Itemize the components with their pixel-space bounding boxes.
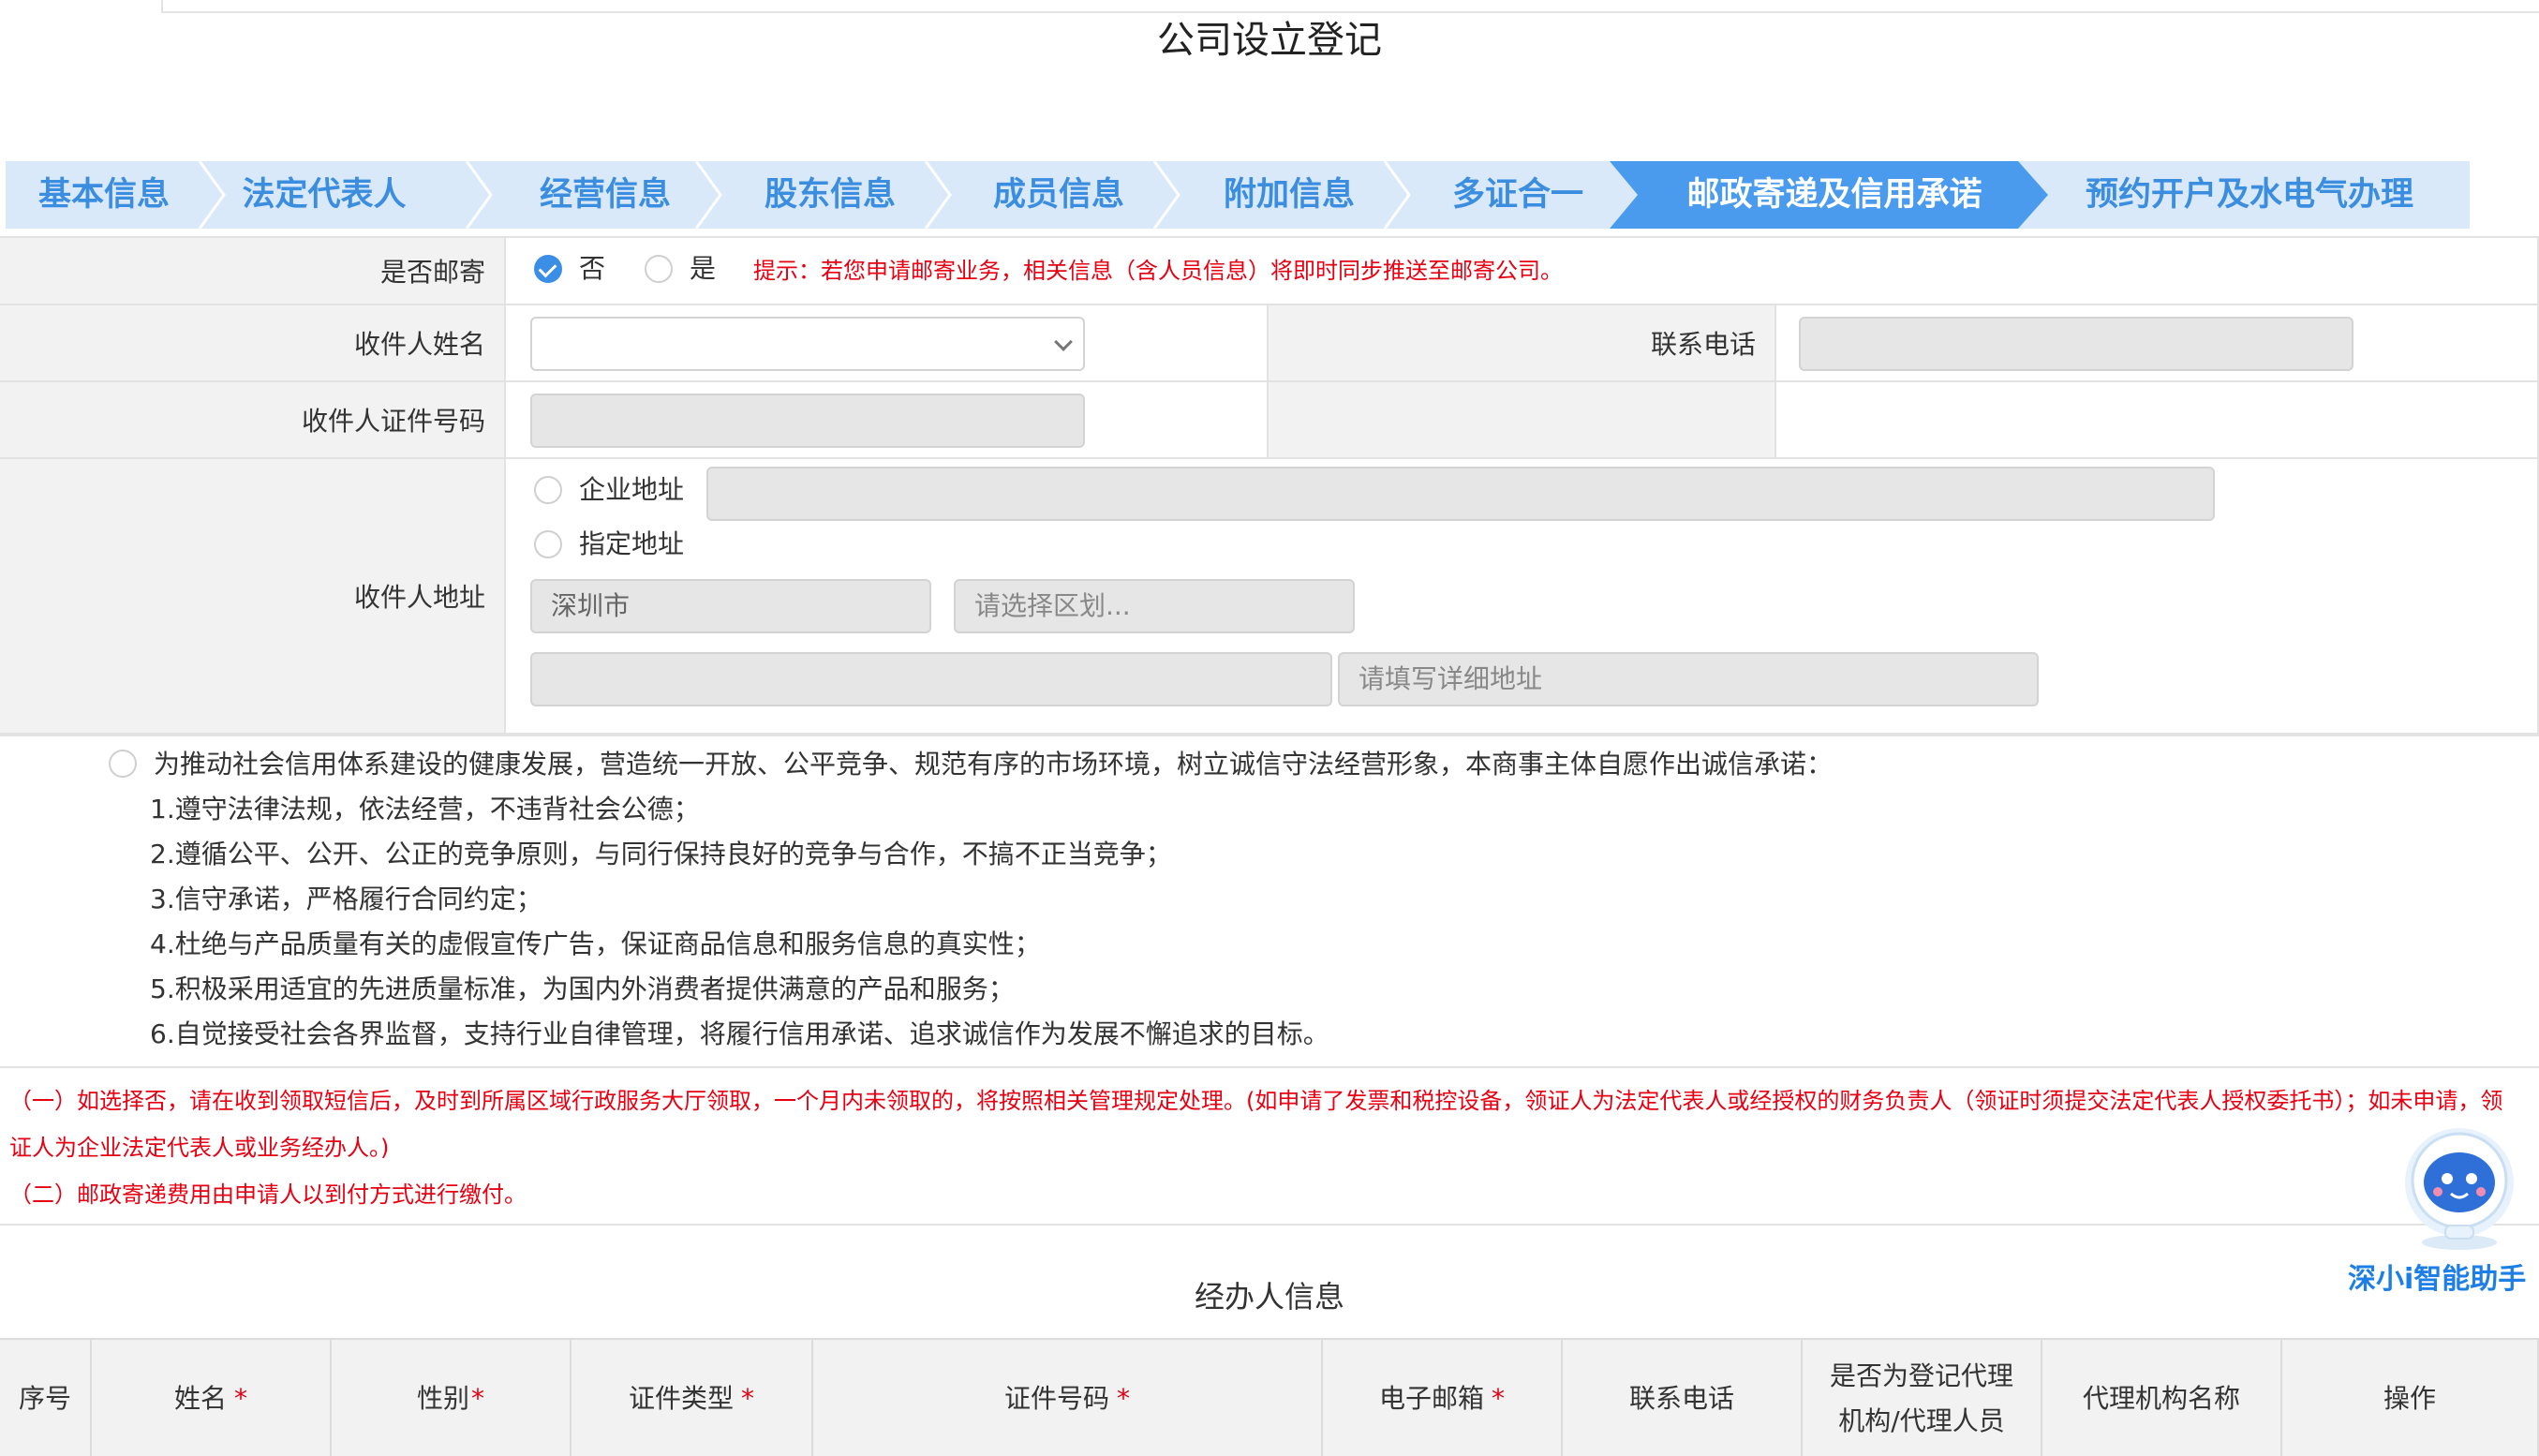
- promise-intro: 为推动社会信用体系建设的健康发展，营造统一开放、公平竞争、规范有序的市场环境，树…: [154, 749, 1834, 780]
- step-navigation: 基本信息 法定代表人 经营信息 股东信息 成员信息 附加信息 多证合一 邮政寄递…: [6, 161, 2470, 229]
- step-legal-representative[interactable]: 法定代表人: [221, 161, 427, 229]
- company-address-input[interactable]: [706, 467, 2215, 521]
- step-additional-info[interactable]: 附加信息: [1186, 161, 1392, 229]
- city-select[interactable]: 深圳市: [530, 579, 931, 633]
- note-line: （一）如选择否，请在收到领取短信后，及时到所属区域行政服务大厅领取，一个月内未领…: [9, 1088, 2503, 1114]
- mail-hint: 提示：若您申请邮寄业务，相关信息（含人员信息）将即时同步推送至邮寄公司。: [753, 258, 1563, 284]
- credit-promise-section: 为推动社会信用体系建设的健康发展，营造统一开放、公平竞争、规范有序的市场环境，树…: [0, 735, 2539, 1226]
- step-separator: [465, 161, 493, 229]
- note-line: 证人为企业法定代表人或业务经办人。): [9, 1135, 390, 1161]
- promise-item: 3.信守承诺，严格履行合同约定；: [150, 884, 542, 914]
- company-address-label: 企业地址: [579, 474, 685, 505]
- divider: [0, 1224, 2539, 1226]
- mail-label: 是否邮寄: [0, 238, 506, 304]
- column-header-is-agent: 是否为登记代理 机构/代理人员: [1803, 1340, 2042, 1456]
- step-business-info[interactable]: 经营信息: [502, 161, 708, 229]
- phone-input[interactable]: [1799, 317, 2353, 371]
- empty-label-cell: [1267, 382, 1776, 457]
- agent-table-header: 序号 姓名 * 性别 * 证件类型 * 证件号码 * 电子邮箱 * 联系电话 是否为登记代…: [0, 1338, 2539, 1456]
- step-separator: [924, 161, 952, 229]
- step-postal-and-credit[interactable]: 邮政寄递及信用承诺: [1638, 161, 2031, 229]
- promise-item: 1.遵守法律法规，依法经营，不违背社会公德；: [150, 794, 700, 825]
- recipient-name-label: 收件人姓名: [0, 305, 506, 380]
- column-header-actions: 操作: [2282, 1340, 2539, 1456]
- mail-yes-radio[interactable]: [645, 255, 673, 283]
- step-basic-info[interactable]: 基本信息: [6, 161, 202, 229]
- required-mark: *: [234, 1383, 247, 1414]
- promise-item: 2.遵循公平、公开、公正的竞争原则，与同行保持良好的竞争与合作，不搞不正当竞争；: [150, 839, 1172, 869]
- address-label: 收件人地址: [0, 459, 506, 733]
- id-number-input[interactable]: [530, 394, 1085, 448]
- step-shareholder-info[interactable]: 股东信息: [727, 161, 933, 229]
- recipient-name-select[interactable]: [530, 317, 1085, 371]
- specified-address-label: 指定地址: [579, 528, 685, 559]
- promise-item: 4.杜绝与产品质量有关的虚假宣传广告，保证商品信息和服务信息的真实性；: [150, 929, 1041, 959]
- row-id-number: 收件人证件号码: [0, 380, 2539, 457]
- agent-section-title: 经办人信息: [1194, 1279, 1344, 1315]
- step-separator: [694, 161, 722, 229]
- required-mark: *: [471, 1383, 484, 1414]
- column-header-agency-name: 代理机构名称: [2042, 1340, 2282, 1456]
- step-separator: [1383, 161, 1411, 229]
- row-recipient-name: 收件人姓名 联系电话: [0, 304, 2539, 380]
- mail-no-radio[interactable]: [534, 255, 562, 283]
- column-header-name: 姓名 *: [92, 1340, 332, 1456]
- mail-no-label: 否: [579, 253, 606, 284]
- step-member-info[interactable]: 成员信息: [956, 161, 1162, 229]
- company-address-radio[interactable]: [534, 476, 562, 504]
- phone-label: 联系电话: [1267, 305, 1776, 380]
- divider: [0, 1066, 2539, 1068]
- column-header-phone: 联系电话: [1563, 1340, 1803, 1456]
- detail-address-input[interactable]: 请填写详细地址: [1338, 652, 2039, 706]
- id-number-label: 收件人证件号码: [0, 382, 506, 457]
- required-mark: *: [741, 1383, 754, 1414]
- column-header-id-number: 证件号码 *: [813, 1340, 1323, 1456]
- mail-yes-label: 是: [690, 253, 717, 284]
- column-header-id-type: 证件类型 *: [572, 1340, 813, 1456]
- required-mark: *: [1117, 1383, 1130, 1414]
- district-select[interactable]: 请选择区划...: [954, 579, 1355, 633]
- promise-item: 6.自觉接受社会各界监督，支持行业自律管理，将履行信用承诺、追求诚信作为发展不懈…: [150, 1018, 1329, 1049]
- column-header-email: 电子邮箱 *: [1323, 1340, 1563, 1456]
- column-header-gender: 性别 *: [332, 1340, 572, 1456]
- note-line: （二）邮政寄递费用由申请人以到付方式进行缴付。: [9, 1181, 527, 1208]
- page-title: 公司设立登记: [1157, 19, 1382, 62]
- step-bank-and-utilities[interactable]: 预约开户及水电气办理: [2048, 161, 2451, 229]
- step-separator: [1152, 161, 1180, 229]
- specified-address-radio[interactable]: [534, 530, 562, 558]
- step-multi-certificate[interactable]: 多证合一: [1415, 161, 1621, 229]
- street-input[interactable]: [530, 652, 1332, 706]
- row-address: 收件人地址 企业地址 指定地址 深圳市 请选择区划... 请填写详细地址: [0, 457, 2539, 735]
- row-mail: 是否邮寄 否 是 提示：若您申请邮寄业务，相关信息（含人员信息）将即时同步推送至…: [0, 236, 2539, 304]
- promise-item: 5.积极采用适宜的先进质量标准，为国内外消费者提供满意的产品和服务；: [150, 973, 1015, 1004]
- column-header-index: 序号: [0, 1340, 92, 1456]
- promise-agree-radio[interactable]: [109, 750, 137, 778]
- required-mark: *: [1492, 1383, 1505, 1414]
